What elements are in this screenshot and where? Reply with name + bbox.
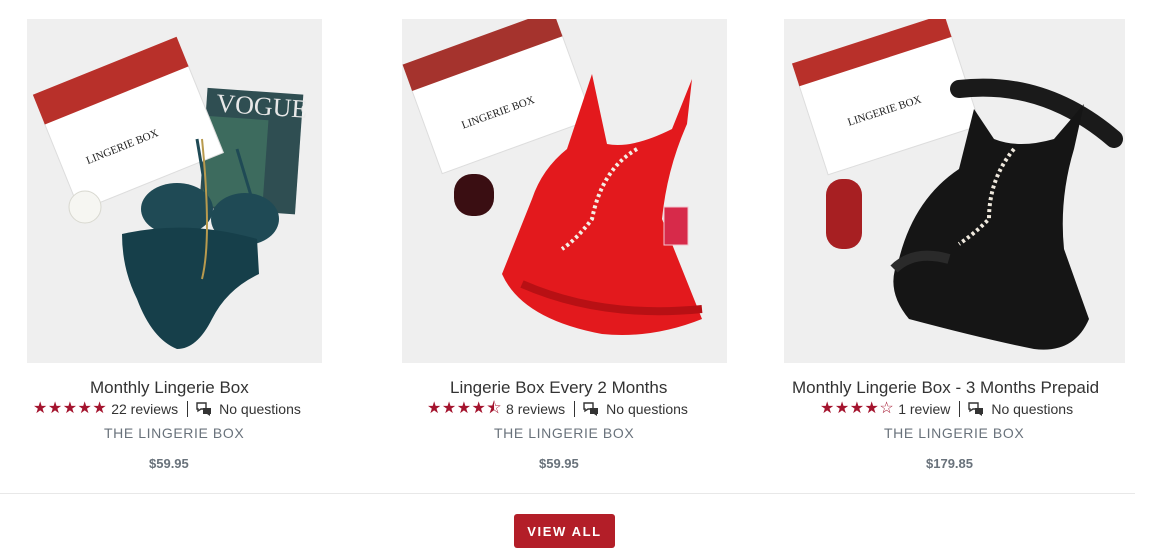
rating-separator xyxy=(574,401,576,417)
reviews-count[interactable]: 1 review xyxy=(898,401,950,417)
section-divider xyxy=(0,493,1135,494)
questions-count[interactable]: No questions xyxy=(219,401,301,417)
product-price: $59.95 xyxy=(539,456,579,471)
product-image[interactable]: LINGERIE BOX xyxy=(402,19,727,363)
rating-separator xyxy=(959,401,961,417)
product-title[interactable]: Monthly Lingerie Box xyxy=(90,378,249,398)
product-price: $59.95 xyxy=(149,456,189,471)
product-price: $179.85 xyxy=(926,456,973,471)
product-photo: VOGUE LINGERIE BOX xyxy=(27,19,322,363)
chat-bubbles-icon xyxy=(583,402,599,416)
view-all-button[interactable]: VIEW ALL xyxy=(514,514,615,548)
product-rating-row: ★★★★★ 22 reviews No questions xyxy=(33,401,301,417)
rating-stars[interactable]: ★★★★☆ xyxy=(820,401,894,417)
questions-count[interactable]: No questions xyxy=(991,401,1073,417)
product-title[interactable]: Lingerie Box Every 2 Months xyxy=(450,378,667,398)
questions-count[interactable]: No questions xyxy=(606,401,688,417)
product-photo: LINGERIE BOX xyxy=(784,19,1125,363)
product-image[interactable]: VOGUE LINGERIE BOX xyxy=(27,19,322,363)
product-vendor[interactable]: THE LINGERIE BOX xyxy=(494,425,634,441)
chat-bubbles-icon xyxy=(968,402,984,416)
rating-stars[interactable]: ★★★★★ xyxy=(33,401,107,417)
rating-stars[interactable]: ★★★★⯪ xyxy=(427,401,502,417)
product-photo: LINGERIE BOX xyxy=(402,19,727,363)
product-rating-row: ★★★★☆ 1 review No questions xyxy=(820,401,1073,417)
product-vendor[interactable]: THE LINGERIE BOX xyxy=(104,425,244,441)
rating-separator xyxy=(187,401,189,417)
product-image[interactable]: LINGERIE BOX xyxy=(784,19,1125,363)
product-vendor[interactable]: THE LINGERIE BOX xyxy=(884,425,1024,441)
reviews-count[interactable]: 22 reviews xyxy=(111,401,178,417)
product-title[interactable]: Monthly Lingerie Box - 3 Months Prepaid xyxy=(792,378,1099,398)
reviews-count[interactable]: 8 reviews xyxy=(506,401,565,417)
chat-bubbles-icon xyxy=(196,402,212,416)
product-rating-row: ★★★★⯪ 8 reviews No questions xyxy=(427,401,688,417)
